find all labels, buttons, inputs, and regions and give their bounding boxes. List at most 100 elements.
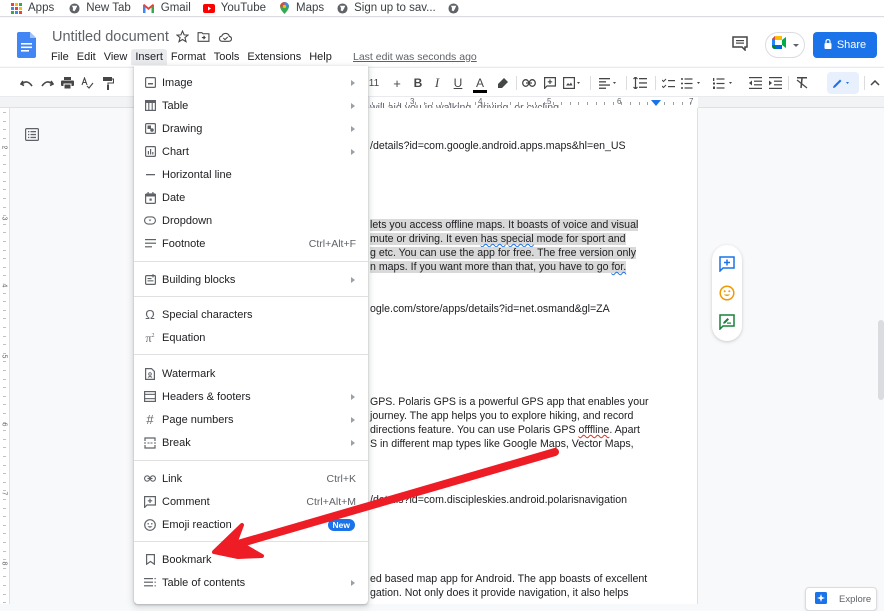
menu-item-chart[interactable]: Chart bbox=[134, 140, 368, 163]
ruler-tick bbox=[3, 533, 6, 535]
align-icon[interactable] bbox=[598, 75, 620, 91]
menu-item-bookmark[interactable]: Bookmark bbox=[134, 548, 368, 571]
menu-item-dropdown[interactable]: Dropdown bbox=[134, 209, 368, 232]
bookmark-label: YouTube bbox=[220, 2, 266, 14]
spellcheck-icon[interactable] bbox=[80, 75, 94, 91]
ruler-tick bbox=[3, 163, 6, 165]
insert-image-icon[interactable] bbox=[563, 75, 583, 91]
bookmark-gmail[interactable]: Gmail bbox=[143, 2, 191, 14]
bulleted-list-icon[interactable] bbox=[681, 75, 703, 91]
menu-item-special-characters[interactable]: Ω Special characters bbox=[134, 303, 368, 326]
bold-button[interactable]: B bbox=[411, 75, 425, 91]
undo-icon[interactable] bbox=[19, 75, 33, 91]
menu-edit[interactable]: Edit bbox=[73, 49, 100, 65]
bookmark-globe[interactable] bbox=[448, 2, 466, 14]
menu-item-label: Watermark bbox=[162, 367, 216, 380]
menu-tools[interactable]: Tools bbox=[210, 49, 244, 65]
ruler-number: 3 bbox=[0, 216, 8, 221]
move-to-folder-icon[interactable] bbox=[197, 30, 211, 44]
bookmark-sign-up[interactable]: Sign up to sav... bbox=[336, 2, 436, 14]
document-title[interactable]: Untitled document bbox=[52, 29, 169, 45]
side-actions-panel bbox=[712, 245, 742, 341]
submenu-arrow-icon bbox=[351, 79, 355, 86]
bookmark-apps[interactable]: Apps bbox=[10, 2, 54, 14]
menu-help[interactable]: Help bbox=[305, 49, 336, 65]
italic-button[interactable]: I bbox=[430, 75, 444, 91]
checklist-icon[interactable] bbox=[661, 75, 675, 91]
ruler-tick bbox=[3, 335, 6, 337]
menu-item-comment[interactable]: Comment Ctrl+Alt+M bbox=[134, 490, 368, 513]
menu-format[interactable]: Format bbox=[167, 49, 210, 65]
menu-file[interactable]: File bbox=[47, 49, 73, 65]
grammar-suggestion[interactable]: for. bbox=[611, 261, 626, 273]
suggest-edits-icon[interactable] bbox=[719, 314, 735, 331]
menu-item-break[interactable]: Break bbox=[134, 431, 368, 454]
menu-insert[interactable]: Insert bbox=[131, 49, 167, 65]
cloud-saved-icon[interactable] bbox=[218, 30, 233, 44]
menu-item-link[interactable]: Link Ctrl+K bbox=[134, 467, 368, 490]
comment-history-icon[interactable] bbox=[732, 36, 750, 52]
insert-link-icon[interactable] bbox=[522, 75, 536, 91]
submenu-arrow-icon bbox=[351, 393, 355, 400]
globe-icon bbox=[448, 2, 460, 14]
clear-formatting-icon[interactable] bbox=[795, 75, 809, 91]
insert-comment-icon[interactable] bbox=[543, 75, 557, 91]
grammar-suggestion[interactable]: has special bbox=[481, 233, 534, 245]
star-icon[interactable] bbox=[175, 29, 190, 44]
bookmark-maps[interactable]: Maps bbox=[278, 2, 324, 14]
menu-item-footnote[interactable]: Footnote Ctrl+Alt+F bbox=[134, 232, 368, 255]
numbered-list-icon[interactable] bbox=[713, 75, 735, 91]
menu-item-image[interactable]: Image bbox=[134, 71, 368, 94]
meet-button[interactable] bbox=[765, 32, 805, 58]
decrease-indent-icon[interactable] bbox=[748, 75, 762, 91]
docs-logo-icon[interactable] bbox=[17, 32, 36, 58]
editing-mode-button[interactable] bbox=[827, 72, 859, 94]
bookmark-new-tab[interactable]: New Tab bbox=[68, 2, 131, 14]
ruler-tick bbox=[647, 102, 649, 105]
document-outline-icon[interactable] bbox=[25, 128, 40, 142]
menu-bar: File Edit View Insert Format Tools Exten… bbox=[47, 49, 336, 65]
menu-item-drawing[interactable]: Drawing bbox=[134, 117, 368, 140]
menu-item-label: Image bbox=[162, 76, 193, 89]
break-icon bbox=[144, 436, 156, 449]
explore-button[interactable]: Explore bbox=[805, 587, 877, 611]
menu-item-page-numbers[interactable]: # Page numbers bbox=[134, 408, 368, 431]
ruler-tick bbox=[3, 464, 6, 466]
menu-extensions[interactable]: Extensions bbox=[243, 49, 305, 65]
scrollbar-thumb[interactable] bbox=[878, 320, 884, 400]
emoji-reaction-icon[interactable] bbox=[719, 285, 735, 301]
increase-font-size-button[interactable]: + bbox=[390, 75, 404, 91]
paint-format-icon[interactable] bbox=[101, 75, 115, 91]
share-button[interactable]: Share bbox=[813, 32, 877, 58]
underline-button[interactable]: U bbox=[451, 75, 465, 91]
menu-item-building-blocks[interactable]: Building blocks bbox=[134, 268, 368, 291]
menu-view[interactable]: View bbox=[100, 49, 132, 65]
last-edit-link[interactable]: Last edit was seconds ago bbox=[353, 51, 477, 63]
increase-indent-icon[interactable] bbox=[768, 75, 782, 91]
youtube-icon bbox=[202, 2, 215, 14]
ruler-tick bbox=[3, 593, 6, 595]
menu-item-emoji-reaction[interactable]: Emoji reaction New bbox=[134, 513, 368, 536]
print-icon[interactable] bbox=[60, 75, 74, 91]
redo-icon[interactable] bbox=[40, 75, 54, 91]
ruler-tick bbox=[3, 516, 6, 518]
add-comment-icon[interactable] bbox=[719, 256, 735, 273]
font-size-input[interactable]: 11 bbox=[367, 75, 381, 91]
menu-item-table[interactable]: Table bbox=[134, 94, 368, 117]
highlight-color-icon[interactable] bbox=[495, 75, 509, 91]
text-color-button[interactable]: A bbox=[473, 75, 487, 93]
menu-separator bbox=[134, 354, 368, 355]
ruler-tick bbox=[3, 507, 6, 509]
menu-item-horizontal-line[interactable]: Horizontal line bbox=[134, 163, 368, 186]
bookmark-youtube[interactable]: YouTube bbox=[202, 2, 266, 14]
menu-item-watermark[interactable]: Watermark bbox=[134, 362, 368, 385]
right-indent-marker[interactable] bbox=[651, 100, 661, 106]
line-spacing-icon[interactable] bbox=[633, 75, 647, 91]
menu-item-headers-footers[interactable]: Headers & footers bbox=[134, 385, 368, 408]
spelling-error[interactable]: offfline bbox=[578, 424, 609, 436]
text-line: g etc. You can use the app for free. The… bbox=[370, 247, 636, 259]
menu-item-table-of-contents[interactable]: Table of contents bbox=[134, 571, 368, 594]
menu-item-equation[interactable]: π2 Equation bbox=[134, 326, 368, 349]
chevron-up-icon[interactable] bbox=[868, 75, 882, 91]
menu-item-date[interactable]: Date bbox=[134, 186, 368, 209]
